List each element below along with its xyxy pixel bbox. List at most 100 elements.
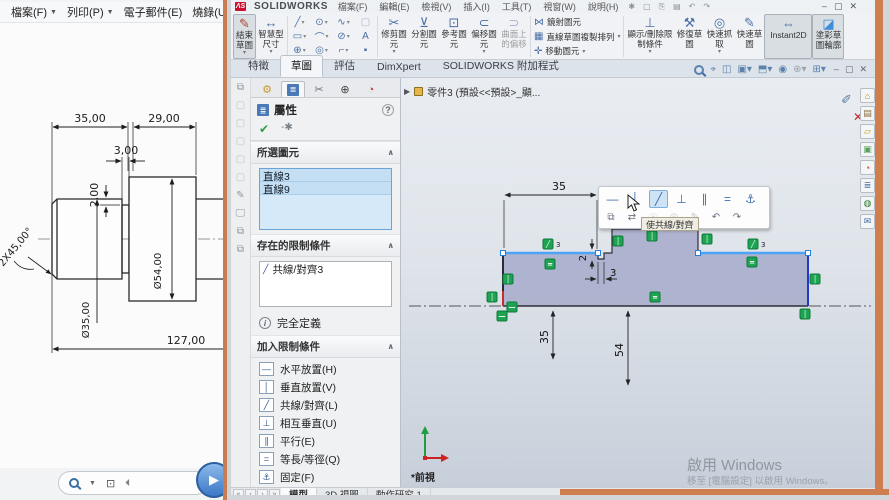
appearances-icon[interactable]: ◔ bbox=[860, 160, 875, 175]
ctx-swap-icon[interactable]: ⇄ bbox=[624, 210, 640, 225]
zoom-area-icon[interactable]: ⌖ bbox=[710, 64, 716, 75]
view-palette-icon[interactable]: ▣ bbox=[860, 142, 875, 157]
doc-restore-button[interactable]: ▢ bbox=[845, 64, 854, 75]
exit-sketch-corner-icon[interactable]: ✐ bbox=[841, 92, 852, 108]
zoom-dropdown-chevron-icon[interactable]: ▼ bbox=[89, 480, 96, 487]
display-pane-icon[interactable]: 🖵 bbox=[236, 208, 246, 219]
ctx-parallel-icon[interactable]: ∥ bbox=[695, 190, 714, 208]
display-style-icon[interactable]: ⬒▾ bbox=[758, 64, 772, 75]
new-document-icon[interactable]: ▢ bbox=[643, 2, 651, 11]
print-icon[interactable]: ▤ bbox=[673, 2, 681, 11]
fit-to-window-icon[interactable]: ⊡ bbox=[106, 477, 115, 490]
zoom-magnifier-icon[interactable] bbox=[69, 478, 79, 488]
line-tool[interactable]: ╱ ▾ bbox=[289, 16, 310, 29]
forum-mail-icon[interactable]: ✉ bbox=[860, 214, 875, 229]
graphics-viewport[interactable]: ▶ 零件3 (預設<<預設>_顯... ✐ ✕ ⌂ ▤ ▱ ▣ ◔ ≣ ◍ ✉ … bbox=[401, 78, 875, 487]
home-icon[interactable]: ⌂ bbox=[860, 88, 875, 103]
pm-tab-dimxpert-icon[interactable]: ⊕ bbox=[333, 81, 357, 97]
resources-globe-icon[interactable]: ◍ bbox=[860, 196, 875, 211]
previous-image-icon[interactable]: ⏴ bbox=[125, 478, 130, 489]
scene-settings-icon[interactable]: ⊞▾ bbox=[813, 64, 826, 75]
app-minimize-button[interactable]: – bbox=[822, 1, 827, 12]
copy-icon[interactable]: ⧉ bbox=[237, 244, 244, 255]
menu-burn[interactable]: 燒錄(U)▼ bbox=[189, 2, 223, 22]
relation-perpendicular-button[interactable]: ⊥ 相互垂直(U) bbox=[251, 414, 400, 432]
design-library-icon[interactable]: ▤ bbox=[860, 106, 875, 121]
menu-file[interactable]: 檔案(F) ▼ bbox=[8, 2, 60, 22]
sketch-dim-35-vert[interactable]: 35 bbox=[538, 330, 551, 344]
menu-sw-insert[interactable]: 插入(I) bbox=[461, 0, 492, 13]
repair-sketch-button[interactable]: ⚒ 修復草圖 bbox=[674, 14, 704, 59]
list-item[interactable]: 直線3 bbox=[260, 169, 391, 183]
slideshow-play-button[interactable]: ▶ bbox=[196, 462, 223, 498]
zoom-fit-icon[interactable] bbox=[694, 64, 705, 75]
view-orientation-icon[interactable]: ▣▾ bbox=[737, 64, 751, 75]
menu-email[interactable]: 電子郵件(E) bbox=[121, 2, 186, 22]
offset-entities-button[interactable]: ⊂ 偏移圖元 ▾ bbox=[469, 14, 499, 59]
relation-vertical-button[interactable]: │ 垂直放置(V) bbox=[251, 378, 400, 396]
doc-minimize-button[interactable]: – bbox=[834, 64, 839, 75]
circle-tool[interactable]: ⊙ ▾ bbox=[311, 16, 332, 29]
relation-fix-button[interactable]: ⚓ 固定(F) bbox=[251, 468, 400, 486]
arc-tool[interactable]: ⌒ ▾ bbox=[311, 30, 332, 44]
ctx-select-other-icon[interactable]: ⧉ bbox=[603, 210, 619, 225]
rectangle-tool[interactable]: ▭ ▾ bbox=[289, 30, 310, 43]
exit-sketch-button[interactable]: ✎ 結束草圖 ▾ bbox=[233, 14, 256, 59]
doc-close-button[interactable]: ✕ bbox=[859, 64, 867, 75]
app-close-button[interactable]: ✕ bbox=[849, 1, 857, 12]
sketch-dim-2[interactable]: 2 bbox=[578, 255, 589, 261]
relation-equal-button[interactable]: = 等長/等徑(Q) bbox=[251, 450, 400, 468]
tab-dimxpert[interactable]: DimXpert bbox=[366, 58, 432, 77]
smart-dimension-button[interactable]: ↔ 智慧型尺寸 ▾ bbox=[256, 14, 286, 59]
split-entities-button[interactable]: ⊻ 分割圖元 bbox=[409, 14, 439, 59]
text-tool[interactable]: A bbox=[355, 30, 376, 43]
shaded-sketch-contours-button[interactable]: ◪ 塗彩草圖輪廓 bbox=[812, 14, 845, 59]
ctx-undo-icon[interactable]: ↶ bbox=[708, 210, 724, 225]
rapid-sketch-button[interactable]: ✎ 快速草圖 bbox=[734, 14, 764, 59]
tab-features[interactable]: 特徵 bbox=[237, 55, 280, 77]
hide-show-items-icon[interactable]: ◉ bbox=[778, 64, 787, 75]
menu-sw-tools[interactable]: 工具(T) bbox=[500, 0, 534, 13]
sketch-dim-3[interactable]: 3 bbox=[610, 268, 616, 279]
ctx-equal-icon[interactable]: = bbox=[718, 190, 737, 208]
display-delete-relations-button[interactable]: ⊥ 顯示/刪除限制條件 ▾ bbox=[625, 14, 674, 59]
existing-relations-list[interactable]: ╱ 共線/對齊3 bbox=[259, 261, 392, 307]
menu-print[interactable]: 列印(P) ▼ bbox=[64, 2, 117, 22]
tab-evaluate[interactable]: 評估 bbox=[323, 55, 366, 77]
app-restore-button[interactable]: ▢ bbox=[834, 1, 843, 12]
section-add-relations[interactable]: 加入限制條件 ∧ bbox=[251, 335, 400, 358]
pm-tab-wrench-icon[interactable]: ⚙ bbox=[255, 81, 279, 97]
spline-tool[interactable]: ∿ ▾ bbox=[333, 16, 354, 29]
tab-addins[interactable]: SOLIDWORKS 附加程式 bbox=[432, 55, 570, 77]
selected-entities-list[interactable]: 直線3 直線9 bbox=[259, 168, 392, 230]
save-icon[interactable]: ⎘ bbox=[659, 2, 665, 12]
mirror-entities-button[interactable]: ⋈ 鏡射圖元 bbox=[534, 16, 620, 28]
flyout-tree-icon[interactable]: ⧉ bbox=[237, 82, 244, 93]
ellipse-tool[interactable]: ⊘ ▾ bbox=[333, 30, 354, 43]
pin-icon[interactable]: -✱ bbox=[281, 122, 293, 136]
menu-sw-file[interactable]: 檔案(F) bbox=[336, 0, 370, 13]
sketch-pencil-icon[interactable]: ✎ bbox=[236, 190, 244, 201]
list-item[interactable]: ╱ 共線/對齊3 bbox=[260, 262, 391, 276]
ctx-perpendicular-icon[interactable]: ⊥ bbox=[672, 190, 691, 208]
convert-entities-button[interactable]: ⊡ 參考圖元 bbox=[439, 14, 469, 59]
menu-sw-help[interactable]: 說明(H) bbox=[586, 0, 621, 13]
surface-tool[interactable]: ▢ bbox=[355, 16, 376, 29]
quick-snaps-button[interactable]: ◎ 快速抓取 ▾ bbox=[704, 14, 734, 59]
tab-sketch[interactable]: 草圖 bbox=[280, 55, 323, 77]
copy-icon[interactable]: ⧉ bbox=[237, 226, 244, 237]
pm-tab-properties-icon[interactable]: ≣ bbox=[281, 81, 305, 97]
ctx-exit-icon[interactable]: ↷ bbox=[729, 210, 745, 225]
section-selected-entities[interactable]: 所選圖元 ∧ bbox=[251, 141, 400, 164]
relation-parallel-button[interactable]: ∥ 平行(E) bbox=[251, 432, 400, 450]
section-view-icon[interactable]: ◫ bbox=[722, 64, 731, 75]
help-icon[interactable]: ? bbox=[382, 104, 394, 116]
menu-sw-edit[interactable]: 編輯(E) bbox=[377, 0, 411, 13]
menu-pin-icon[interactable]: ✱ bbox=[628, 2, 635, 11]
sketch-canvas[interactable]: 35 2 3 35 54 ╱ 3 = │ │ │ ╱ 3 = │ │ │ — =… bbox=[401, 78, 875, 487]
sketch-dim-35-top[interactable]: 35 bbox=[552, 180, 566, 193]
sketch-dim-54-vert[interactable]: 54 bbox=[613, 343, 626, 357]
linear-sketch-pattern-button[interactable]: ▦ 直線草圖複製排列 ▾ bbox=[534, 31, 620, 43]
relation-horizontal-button[interactable]: — 水平放置(H) bbox=[251, 360, 400, 378]
ok-check-icon[interactable]: ✔ bbox=[259, 122, 269, 136]
